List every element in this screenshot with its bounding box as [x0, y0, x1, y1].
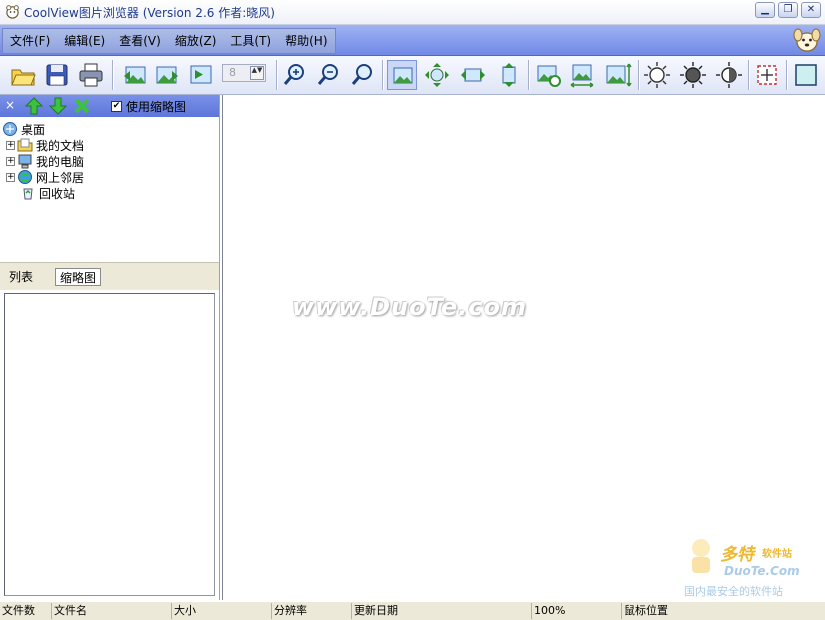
folder-panel-header: × ✔ 使用缩略图 — [0, 95, 219, 117]
brightness-down-icon[interactable] — [678, 60, 708, 90]
slideshow-icon[interactable] — [186, 60, 216, 90]
toolbar-separator — [528, 60, 530, 90]
menu-tools[interactable]: 工具(T) — [223, 29, 278, 53]
crop-icon[interactable] — [752, 60, 782, 90]
zoom-level-value: 8 — [229, 66, 236, 79]
title-bar: CoolView图片浏览器 (Version 2.6 作者:晓风) ▁ ❐ ✕ — [0, 0, 825, 25]
status-file-count: 文件数 — [0, 603, 52, 619]
window-controls: ▁ ❐ ✕ — [755, 2, 821, 18]
minimize-button[interactable]: ▁ — [755, 2, 775, 18]
left-panel: × ✔ 使用缩略图 桌面 + 我的文档 + 我的电脑 + 网上邻居 回收站 列表… — [0, 95, 220, 600]
rotate-icon[interactable] — [422, 60, 452, 90]
tree-expander[interactable]: + — [6, 140, 15, 150]
tree-item-my-documents[interactable]: + 我的文档 — [6, 137, 84, 153]
toolbar-separator — [276, 60, 278, 90]
status-resolution: 分辨率 — [272, 603, 352, 619]
desktop-icon — [3, 122, 17, 136]
actual-size-icon[interactable] — [348, 60, 378, 90]
view-tabs: 列表 缩略图 — [0, 262, 219, 290]
menu-view[interactable]: 查看(V) — [112, 29, 168, 53]
mascot-figure-icon — [692, 539, 710, 573]
tree-item-desktop[interactable]: 桌面 — [2, 121, 45, 137]
fit-to-window-icon[interactable] — [387, 60, 417, 90]
logo-sub-text: 软件站 — [762, 549, 792, 560]
watermark-text: www.DuoTe.com — [292, 293, 527, 321]
status-bar: 文件数 文件名 大小 分辨率 更新日期 100% 鼠标位置 — [0, 601, 825, 620]
logo-slogan-text: 国内最安全的软件站 — [684, 585, 783, 598]
flip-vertical-icon[interactable] — [494, 60, 524, 90]
tree-expander[interactable]: + — [6, 172, 15, 182]
brightness-up-icon[interactable] — [642, 60, 672, 90]
status-mouse-position: 鼠标位置 — [624, 604, 668, 617]
restore-button[interactable]: ❐ — [778, 2, 798, 18]
toolbar-separator — [112, 60, 114, 90]
menu-file[interactable]: 文件(F) — [3, 29, 57, 53]
status-update-date: 更新日期 — [352, 603, 532, 619]
arrow-up-icon[interactable] — [25, 97, 43, 115]
panel-close-button[interactable]: × — [4, 98, 16, 112]
fit-height-icon[interactable] — [603, 60, 633, 90]
corner-watermark-logo: 多特 软件站 DuoTe.Com 国内最安全的软件站 — [684, 536, 819, 598]
save-icon[interactable] — [42, 60, 72, 90]
use-thumbnail-label: 使用缩略图 — [126, 100, 187, 114]
full-screen-icon[interactable] — [791, 60, 821, 90]
delete-x-icon[interactable] — [73, 97, 91, 115]
tab-list[interactable]: 列表 — [5, 268, 37, 286]
computer-icon — [18, 154, 32, 169]
status-file-name: 文件名 — [52, 603, 172, 619]
status-zoom-percent: 100% — [532, 603, 622, 619]
next-image-icon[interactable] — [152, 60, 182, 90]
tree-item-label: 回收站 — [39, 186, 76, 201]
zoom-spin-button[interactable]: ▲▼ — [250, 66, 264, 80]
folder-tree: 桌面 + 我的文档 + 我的电脑 + 网上邻居 回收站 — [0, 119, 219, 259]
logo-brand-text: 多特 — [720, 545, 754, 565]
toolbar-separator — [748, 60, 750, 90]
thumbnail-pane[interactable] — [4, 293, 215, 596]
tree-expander[interactable]: + — [6, 156, 15, 166]
open-folder-icon[interactable] — [8, 60, 38, 90]
contrast-icon[interactable] — [714, 60, 744, 90]
tree-item-label: 我的电脑 — [36, 154, 85, 169]
zoom-in-icon[interactable] — [280, 60, 310, 90]
menu-edit[interactable]: 编辑(E) — [57, 29, 112, 53]
zoom-out-icon[interactable] — [314, 60, 344, 90]
menu-help[interactable]: 帮助(H) — [278, 29, 334, 53]
tree-item-label: 我的文档 — [36, 138, 85, 153]
toolbar-separator — [382, 60, 384, 90]
tab-thumbnails[interactable]: 缩略图 — [55, 268, 102, 286]
flip-horizontal-icon[interactable] — [458, 60, 488, 90]
status-size: 大小 — [172, 603, 272, 619]
recycle-bin-icon — [23, 188, 33, 200]
window-title: CoolView图片浏览器 (Version 2.6 作者:晓风) — [24, 6, 275, 20]
toolbar — [0, 56, 825, 95]
menu-zoom[interactable]: 缩放(Z) — [168, 29, 224, 53]
toolbar-separator — [638, 60, 640, 90]
image-view-area[interactable] — [222, 95, 825, 600]
app-logo-icon — [6, 5, 19, 19]
logo-site-text: DuoTe.Com — [724, 564, 800, 578]
tree-item-label: 桌面 — [21, 122, 46, 137]
fit-width-icon[interactable] — [567, 60, 597, 90]
network-icon — [18, 170, 32, 184]
tree-item-network[interactable]: + 网上邻居 — [6, 169, 84, 185]
menu-bar: 文件(F) 编辑(E) 查看(V) 缩放(Z) 工具(T) 帮助(H) — [0, 25, 825, 56]
tree-item-recycle-bin[interactable]: 回收站 — [20, 185, 75, 201]
tree-item-my-computer[interactable]: + 我的电脑 — [6, 153, 84, 169]
print-icon[interactable] — [76, 60, 106, 90]
arrow-down-icon[interactable] — [49, 97, 67, 115]
menu-group: 文件(F) 编辑(E) 查看(V) 缩放(Z) 工具(T) 帮助(H) — [2, 28, 336, 54]
close-button[interactable]: ✕ — [801, 2, 821, 18]
previous-image-icon[interactable] — [120, 60, 150, 90]
use-thumbnail-checkbox[interactable]: ✔ — [111, 101, 122, 112]
use-thumbnail-option[interactable]: ✔ 使用缩略图 — [111, 98, 186, 115]
toolbar-separator — [786, 60, 788, 90]
mascot-dog-icon — [793, 28, 821, 52]
refresh-image-icon[interactable] — [533, 60, 563, 90]
zoom-level-field[interactable]: 8 ▲▼ — [222, 64, 266, 82]
tree-item-label: 网上邻居 — [36, 170, 85, 185]
documents-folder-icon — [17, 138, 33, 152]
